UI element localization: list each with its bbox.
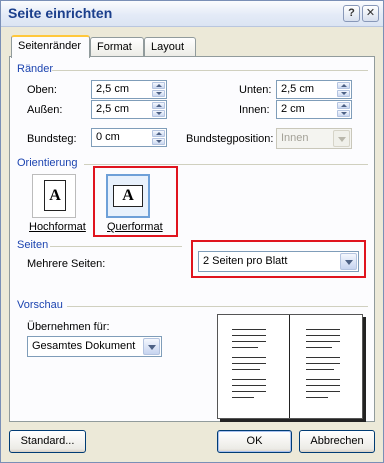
bundsteg-down-arrow-icon[interactable] — [152, 138, 165, 145]
tab-layout[interactable]: Layout — [144, 37, 196, 57]
innen-down-arrow-icon[interactable] — [337, 110, 350, 117]
hochformat-label: Hochformat — [29, 221, 86, 233]
oben-spinner[interactable]: 2,5 cm — [91, 80, 167, 99]
aussen-value: 2,5 cm — [96, 103, 130, 115]
innen-spinner[interactable]: 2 cm — [276, 100, 352, 119]
ok-button[interactable]: OK — [217, 430, 292, 453]
preview-text-line — [306, 347, 332, 348]
unten-down-arrow-icon[interactable] — [337, 90, 350, 97]
apply-to-value: Gesamtes Dokument — [32, 340, 136, 352]
preview-text-line — [306, 357, 340, 358]
preview-text-line — [306, 369, 334, 370]
standard-button[interactable]: Standard... — [9, 430, 86, 453]
help-button[interactable]: ? — [343, 5, 360, 22]
hochformat-button[interactable]: A — [32, 174, 76, 218]
preview-text-line — [232, 347, 258, 348]
tab-format[interactable]: Format — [90, 37, 144, 57]
preview-text-line — [306, 379, 340, 380]
oben-label: Oben: — [27, 84, 57, 96]
preview-text-line — [306, 329, 340, 330]
aussen-label: Außen: — [27, 104, 63, 116]
preview-text-line — [232, 357, 266, 358]
portrait-page-icon: A — [44, 180, 66, 211]
close-button[interactable]: ✕ — [362, 5, 379, 22]
preview-text-line — [306, 335, 340, 336]
preview-separator — [67, 306, 368, 307]
querformat-highlight-box — [93, 166, 178, 237]
aussen-spinner[interactable]: 2,5 cm — [91, 100, 167, 119]
bundstegposition-select[interactable]: Innen — [276, 128, 352, 149]
mehrere-seiten-label: Mehrere Seiten: — [27, 258, 106, 270]
page-preview — [217, 314, 363, 419]
oben-down-arrow-icon[interactable] — [152, 90, 165, 97]
preview-left-page — [218, 315, 290, 418]
preview-text-line — [306, 385, 340, 386]
apply-to-select[interactable]: Gesamtes Dokument — [27, 336, 162, 357]
preview-text-line — [232, 397, 254, 398]
margins-separator — [52, 70, 368, 71]
bundstegposition-value: Innen — [281, 132, 309, 144]
preview-text-line — [232, 385, 266, 386]
unten-spinner[interactable]: 2,5 cm — [276, 80, 352, 99]
preview-text-line — [232, 379, 266, 380]
tab-seitenraender-label: Seitenränder — [18, 40, 81, 52]
dialog-title: Seite einrichten — [8, 5, 113, 21]
oben-up-arrow-icon[interactable] — [152, 82, 165, 89]
mehrere-seiten-highlight-box — [191, 240, 366, 278]
cancel-button[interactable]: Abbrechen — [299, 430, 375, 453]
bundsteg-up-arrow-icon[interactable] — [152, 130, 165, 137]
orientation-separator — [84, 164, 368, 165]
unten-up-arrow-icon[interactable] — [337, 82, 350, 89]
chevron-down-icon — [143, 338, 160, 355]
aussen-down-arrow-icon[interactable] — [152, 110, 165, 117]
innen-label: Innen: — [239, 104, 270, 116]
unten-value: 2,5 cm — [281, 83, 315, 95]
page-setup-dialog: Seite einrichten ? ✕ Seitenränder Format… — [0, 0, 384, 463]
orientation-section-title: Orientierung — [17, 157, 78, 169]
bundsteg-label: Bundsteg: — [27, 133, 77, 145]
preview-text-line — [306, 363, 340, 364]
preview-text-line — [232, 341, 266, 342]
oben-value: 2,5 cm — [96, 83, 130, 95]
preview-text-line — [232, 391, 266, 392]
preview-section-title: Vorschau — [17, 299, 63, 311]
preview-text-line — [232, 335, 266, 336]
preview-text-line — [232, 369, 260, 370]
preview-text-line — [306, 391, 340, 392]
margins-section-title: Ränder — [17, 63, 54, 75]
preview-text-line — [232, 329, 266, 330]
bundsteg-spinner[interactable]: 0 cm — [91, 128, 167, 147]
preview-text-line — [306, 341, 340, 342]
aussen-up-arrow-icon[interactable] — [152, 102, 165, 109]
innen-up-arrow-icon[interactable] — [337, 102, 350, 109]
portrait-glyph: A — [49, 187, 61, 204]
title-bar: Seite einrichten ? ✕ — [1, 1, 383, 27]
bundstegposition-label: Bundstegposition: — [186, 133, 274, 145]
pages-separator — [50, 246, 182, 247]
preview-right-page — [290, 315, 362, 418]
tab-format-label: Format — [97, 41, 132, 53]
preview-text-line — [232, 363, 266, 364]
innen-value: 2 cm — [281, 103, 305, 115]
tab-layout-label: Layout — [151, 41, 185, 53]
tab-seitenraender[interactable]: Seitenränder — [11, 35, 90, 58]
preview-text-line — [306, 397, 328, 398]
bundsteg-value: 0 cm — [96, 131, 120, 143]
unten-label: Unten: — [239, 84, 272, 96]
pages-section-title: Seiten — [17, 239, 49, 251]
tab-panel: Ränder Oben: 2,5 cm Außen: 2,5 cm Unten:… — [9, 56, 375, 422]
apply-to-label: Übernehmen für: — [27, 321, 110, 333]
chevron-down-icon — [333, 130, 350, 147]
